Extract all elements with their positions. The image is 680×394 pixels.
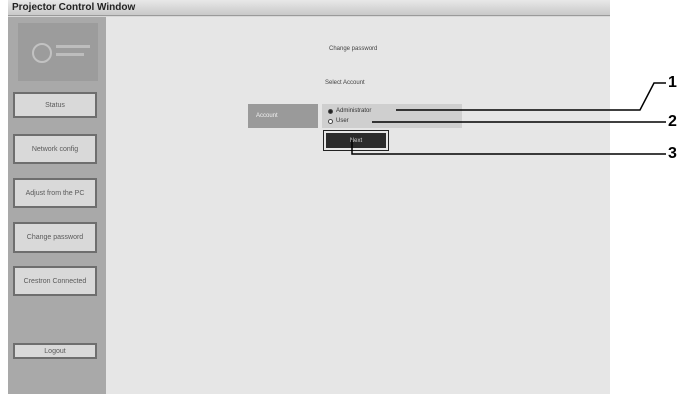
leader-line-1 <box>396 82 666 111</box>
callout-leader-lines <box>351 82 666 155</box>
leader-line-3 <box>351 140 666 155</box>
callout-2: 2 <box>668 113 677 130</box>
callout-1: 1 <box>668 74 677 91</box>
callout-3: 3 <box>668 145 677 162</box>
